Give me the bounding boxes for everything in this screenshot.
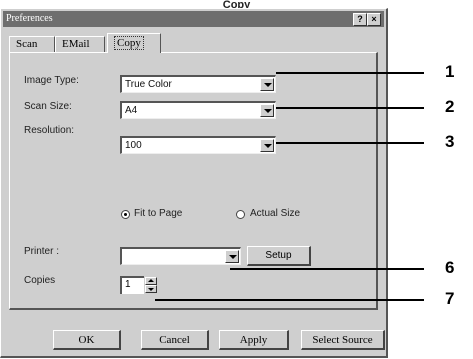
callout-number-6: 6 (445, 258, 455, 277)
tab-copy-label: Copy (114, 36, 144, 50)
preferences-dialog: Preferences ? × Scan EMail Copy Image Ty… (0, 8, 388, 358)
printer-label: Printer : (24, 246, 60, 257)
close-button[interactable]: × (367, 13, 381, 26)
tab-email-label: EMail (62, 38, 90, 50)
tab-email[interactable]: EMail (55, 36, 105, 52)
callout-line-7 (155, 299, 424, 301)
callout-number-2: 2 (445, 97, 455, 116)
select-source-button[interactable]: Select Source (301, 330, 385, 350)
image-type-select[interactable]: True Color (120, 75, 276, 93)
title-bar: Preferences ? × (3, 11, 384, 27)
fit-to-page-radio[interactable] (121, 210, 130, 219)
tab-scan[interactable]: Scan (9, 36, 55, 52)
tab-scan-label: Scan (16, 38, 38, 50)
copies-label: Copies (24, 275, 56, 286)
actual-size-label[interactable]: Actual Size (250, 208, 300, 219)
scan-size-select[interactable]: A4 (120, 101, 276, 119)
callout-number-1: 1 (445, 62, 455, 81)
spin-up-icon[interactable] (145, 277, 157, 285)
chevron-down-icon[interactable] (225, 250, 239, 263)
apply-button[interactable]: Apply (219, 330, 289, 350)
resolution-value: 100 (125, 140, 142, 151)
tab-copy[interactable]: Copy (107, 33, 161, 53)
actual-size-radio[interactable] (236, 210, 245, 219)
fit-to-page-label[interactable]: Fit to Page (134, 208, 182, 219)
copy-panel: Image Type: True Color Scan Size: A4 Res… (9, 52, 378, 310)
scan-size-label: Scan Size: (24, 101, 72, 112)
resolution-select[interactable]: 100 (120, 136, 276, 154)
copies-stepper[interactable]: 1 (120, 276, 160, 294)
scan-size-value: A4 (125, 105, 138, 116)
window-title: Preferences (6, 13, 53, 24)
image-type-value: True Color (125, 79, 172, 90)
chevron-down-icon[interactable] (260, 139, 274, 152)
image-type-label: Image Type: (24, 75, 79, 86)
callout-number-7: 7 (445, 289, 455, 308)
chevron-down-icon[interactable] (260, 78, 274, 91)
printer-select[interactable] (120, 247, 241, 265)
help-button[interactable]: ? (353, 13, 367, 26)
cancel-button[interactable]: Cancel (141, 330, 209, 350)
spin-down-icon[interactable] (145, 285, 157, 293)
copies-input[interactable]: 1 (120, 276, 144, 294)
callout-line-6 (230, 268, 424, 270)
chevron-down-icon[interactable] (260, 104, 274, 117)
callout-line-1 (276, 72, 424, 74)
callout-number-3: 3 (445, 132, 455, 151)
ok-button[interactable]: OK (53, 330, 121, 350)
callout-line-2 (276, 107, 424, 109)
setup-button[interactable]: Setup (247, 246, 311, 266)
callout-line-3 (276, 142, 424, 144)
resolution-label: Resolution: (24, 125, 75, 136)
